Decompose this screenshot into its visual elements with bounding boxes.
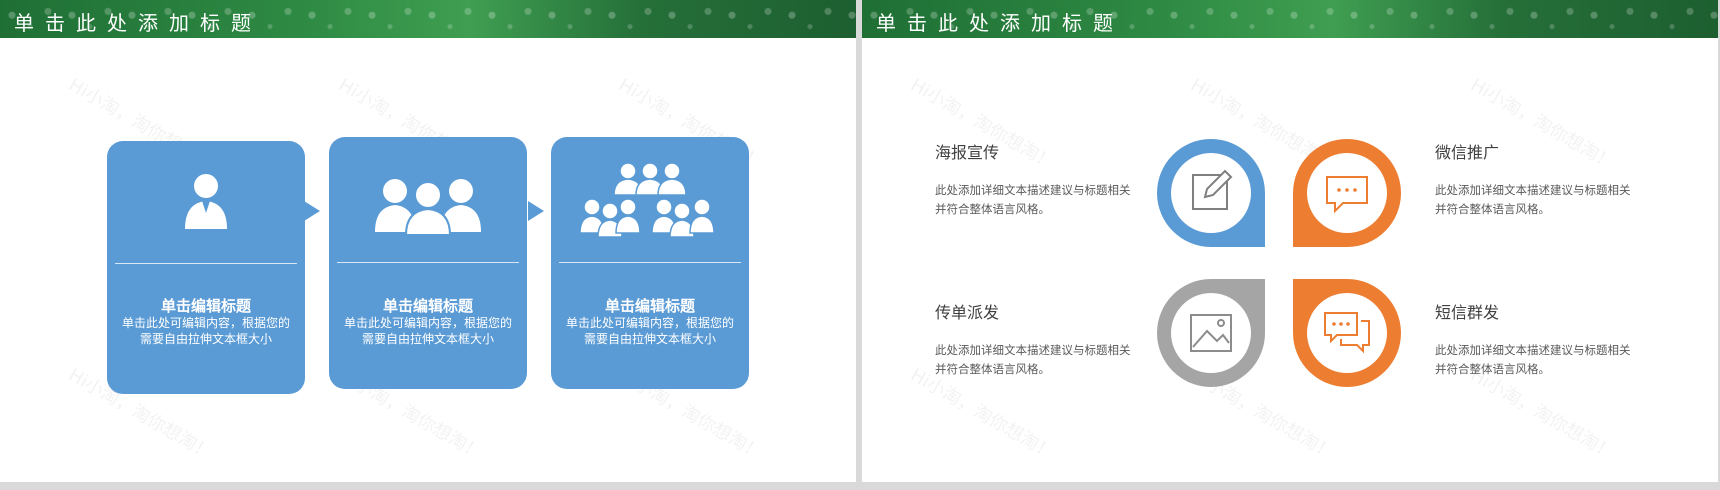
card-description[interactable]: 单击此处可编辑内容，根据您的需要自由拉伸文本框大小 — [119, 315, 293, 347]
item-desc-poster[interactable]: 此处添加详细文本描述建议与标题相关并符合整体语言风格。 — [935, 181, 1135, 219]
item-title-flyer[interactable]: 传单派发 — [935, 299, 999, 323]
card-2[interactable]: 单击编辑标题 单击此处可编辑内容，根据您的需要自由拉伸文本框大小 — [329, 137, 527, 389]
arrow-right-icon — [304, 201, 320, 221]
card-divider — [559, 262, 741, 263]
slide-title[interactable]: 单击此处添加标题 — [14, 7, 262, 36]
item-desc-sms[interactable]: 此处添加详细文本描述建议与标题相关并符合整体语言风格。 — [1435, 341, 1635, 379]
card-title[interactable]: 单击编辑标题 — [551, 295, 749, 316]
item-title-sms[interactable]: 短信群发 — [1435, 299, 1499, 323]
messages-icon-petal[interactable] — [1293, 279, 1401, 387]
edit-icon-petal[interactable] — [1157, 139, 1265, 247]
chat-bubble-icon-petal[interactable] — [1293, 139, 1401, 247]
card-divider — [337, 262, 519, 263]
single-person-icon — [107, 171, 305, 231]
header-banner: 单击此处添加标题 — [862, 0, 1718, 38]
petal-diagram — [1157, 139, 1401, 387]
item-title-wechat[interactable]: 微信推广 — [1435, 139, 1499, 163]
three-people-icon — [329, 177, 527, 237]
slide-right: 单击此处添加标题 Hi小淘，淘你想淘！ Hi小淘，淘你想淘！ Hi小淘，淘你想淘… — [862, 0, 1718, 482]
slide-left: 单击此处添加标题 Hi小淘，淘你想淘！ Hi小淘，淘你想淘！ Hi小淘，淘你想淘… — [0, 0, 856, 482]
card-description[interactable]: 单击此处可编辑内容，根据您的需要自由拉伸文本框大小 — [341, 315, 515, 347]
slide-title[interactable]: 单击此处添加标题 — [876, 7, 1124, 36]
card-divider — [115, 263, 297, 264]
card-3[interactable]: 单击编辑标题 单击此处可编辑内容，根据您的需要自由拉伸文本框大小 — [551, 137, 749, 389]
card-title[interactable]: 单击编辑标题 — [107, 295, 305, 316]
item-title-poster[interactable]: 海报宣传 — [935, 139, 999, 163]
arrow-right-icon — [528, 201, 544, 221]
card-title[interactable]: 单击编辑标题 — [329, 295, 527, 316]
item-desc-flyer[interactable]: 此处添加详细文本描述建议与标题相关并符合整体语言风格。 — [935, 341, 1135, 379]
card-1[interactable]: 单击编辑标题 单击此处可编辑内容，根据您的需要自由拉伸文本框大小 — [107, 141, 305, 394]
header-banner: 单击此处添加标题 — [0, 0, 856, 38]
card-description[interactable]: 单击此处可编辑内容，根据您的需要自由拉伸文本框大小 — [563, 315, 737, 347]
image-icon-petal[interactable] — [1157, 279, 1265, 387]
item-desc-wechat[interactable]: 此处添加详细文本描述建议与标题相关并符合整体语言风格。 — [1435, 181, 1635, 219]
group-people-icon — [551, 161, 749, 241]
